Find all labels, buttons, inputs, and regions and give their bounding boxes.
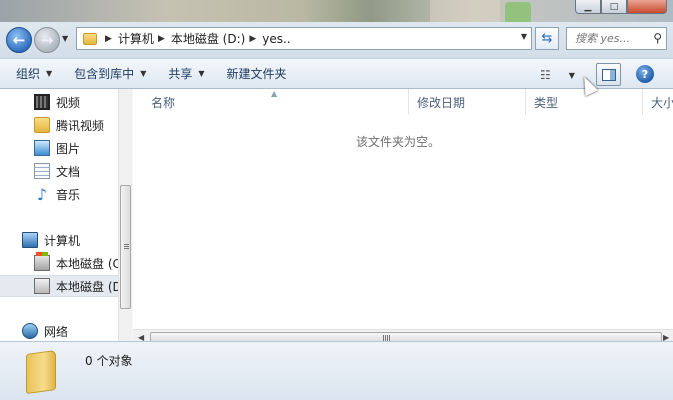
sidebar-item-label: 图片 (56, 141, 81, 156)
sidebar-item-label: 网络 (44, 324, 69, 339)
sidebar-item-music[interactable]: ♪ 音乐 (0, 183, 118, 205)
sidebar-item-computer[interactable]: 计算机 (0, 229, 118, 251)
share-button[interactable]: 共享 ▼ (162, 63, 210, 85)
view-details-icon: ☷ (540, 68, 551, 82)
sidebar-item-label: 音乐 (56, 187, 81, 202)
folder-icon (26, 349, 56, 395)
window-controls: ▁ □ (575, 0, 667, 14)
sidebar-item-label: 视频 (56, 95, 81, 110)
address-dropdown-icon[interactable]: ▼ (521, 32, 527, 41)
breadcrumb-current-folder[interactable]: yes.. (262, 32, 290, 46)
chevron-down-icon: ▼ (46, 69, 53, 78)
share-label: 共享 (168, 67, 193, 81)
details-pane: 0 个对象 (0, 341, 673, 400)
breadcrumb-chevron-icon[interactable]: ▶ (105, 34, 112, 44)
organize-label: 组织 (16, 67, 41, 81)
pictures-icon (34, 140, 50, 156)
network-icon (22, 323, 38, 339)
arrow-right-icon: → (40, 31, 54, 49)
address-row: ← → ▼ ▶ 计算机 ▶ 本地磁盘 (D:) ▶ yes.. ▼ ⇆ ⚲ (0, 22, 673, 58)
drive-c-icon (34, 252, 50, 271)
refresh-button[interactable]: ⇆ (535, 27, 559, 50)
folder-icon (34, 117, 50, 133)
arrow-left-icon: ← (12, 31, 26, 49)
search-icon[interactable]: ⚲ (653, 31, 662, 45)
sidebar-item-drive-d[interactable]: 本地磁盘 (D (0, 275, 118, 297)
maximize-button[interactable]: □ (601, 0, 627, 14)
column-header-name[interactable]: 名称 (143, 89, 409, 115)
music-icon: ♪ (36, 184, 48, 204)
sidebar-item-label: 文档 (56, 164, 81, 179)
sidebar-item-pictures[interactable]: 图片 (0, 137, 118, 159)
search-input[interactable] (575, 32, 645, 45)
navigation-pane: 视频 腾讯视频 图片 文档 ♪ 音乐 计算机 本地磁盘 (C 本地磁盘 (D 网… (0, 89, 132, 341)
preview-pane-icon (601, 68, 616, 81)
object-count: 0 个对象 (85, 354, 133, 368)
new-folder-label: 新建文件夹 (226, 67, 287, 81)
sidebar-item-videos[interactable]: 视频 (0, 91, 118, 113)
sidebar-scrollbar[interactable] (118, 89, 132, 341)
chevron-down-icon: ▼ (140, 69, 147, 78)
chevron-down-icon: ▼ (198, 69, 205, 78)
sidebar-scroll-thumb[interactable] (120, 185, 131, 309)
sidebar-item-label: 本地磁盘 (C (56, 256, 118, 271)
search-box[interactable]: ⚲ (566, 27, 667, 50)
sidebar-item-drive-c[interactable]: 本地磁盘 (C (0, 252, 118, 274)
command-bar: 组织 ▼ 包含到库中 ▼ 共享 ▼ 新建文件夹 ☷ ▼ ? (0, 58, 673, 89)
close-button[interactable] (627, 0, 667, 14)
scroll-grip-icon (124, 244, 129, 250)
documents-icon (34, 163, 50, 179)
column-header-label: 修改日期 (417, 95, 466, 110)
include-in-library-label: 包含到库中 (74, 67, 135, 81)
change-view-button[interactable]: ☷ ▼ (540, 64, 575, 86)
include-in-library-button[interactable]: 包含到库中 ▼ (68, 63, 152, 85)
breadcrumb-computer[interactable]: 计算机 (118, 30, 154, 47)
column-header-label: 名称 (151, 95, 176, 110)
new-folder-button[interactable]: 新建文件夹 (221, 63, 293, 85)
refresh-icon: ⇆ (541, 31, 553, 46)
column-header-size[interactable]: 大小 (643, 89, 673, 115)
drive-d-icon (34, 278, 50, 294)
file-list-pane[interactable]: ▲ 名称 修改日期 类型 大小 该文件夹为空。 ◀ ▶ (133, 89, 673, 346)
minimize-button[interactable]: ▁ (575, 0, 601, 14)
sidebar-item-label: 计算机 (44, 233, 81, 248)
sidebar-item-tencent-video[interactable]: 腾讯视频 (0, 114, 118, 136)
sidebar-item-documents[interactable]: 文档 (0, 160, 118, 182)
empty-folder-message: 该文件夹为空。 (355, 135, 440, 149)
preview-pane-button[interactable] (596, 63, 621, 86)
help-button[interactable]: ? (636, 65, 654, 83)
breadcrumb-chevron-icon[interactable]: ▶ (249, 34, 256, 44)
breadcrumb-drive-d[interactable]: 本地磁盘 (D:) (171, 30, 245, 47)
sidebar-item-label: 本地磁盘 (D (56, 279, 118, 294)
recent-pages-dropdown[interactable]: ▼ (62, 34, 68, 43)
back-button[interactable]: ← (6, 27, 32, 53)
breadcrumb-chevron-icon[interactable]: ▶ (158, 34, 165, 44)
column-header-label: 类型 (534, 95, 559, 110)
organize-button[interactable]: 组织 ▼ (10, 63, 58, 85)
column-header-label: 大小 (651, 95, 673, 110)
column-header-modified[interactable]: 修改日期 (409, 89, 526, 115)
sidebar-item-label: 腾讯视频 (56, 118, 105, 133)
computer-icon (22, 232, 38, 248)
forward-button[interactable]: → (34, 27, 60, 53)
folder-icon (83, 32, 97, 45)
video-icon (34, 94, 50, 110)
sidebar-item-network[interactable]: 网络 (0, 320, 118, 341)
address-bar[interactable]: ▶ 计算机 ▶ 本地磁盘 (D:) ▶ yes.. ▼ (76, 27, 532, 50)
chevron-down-icon[interactable]: ▼ (569, 71, 575, 80)
